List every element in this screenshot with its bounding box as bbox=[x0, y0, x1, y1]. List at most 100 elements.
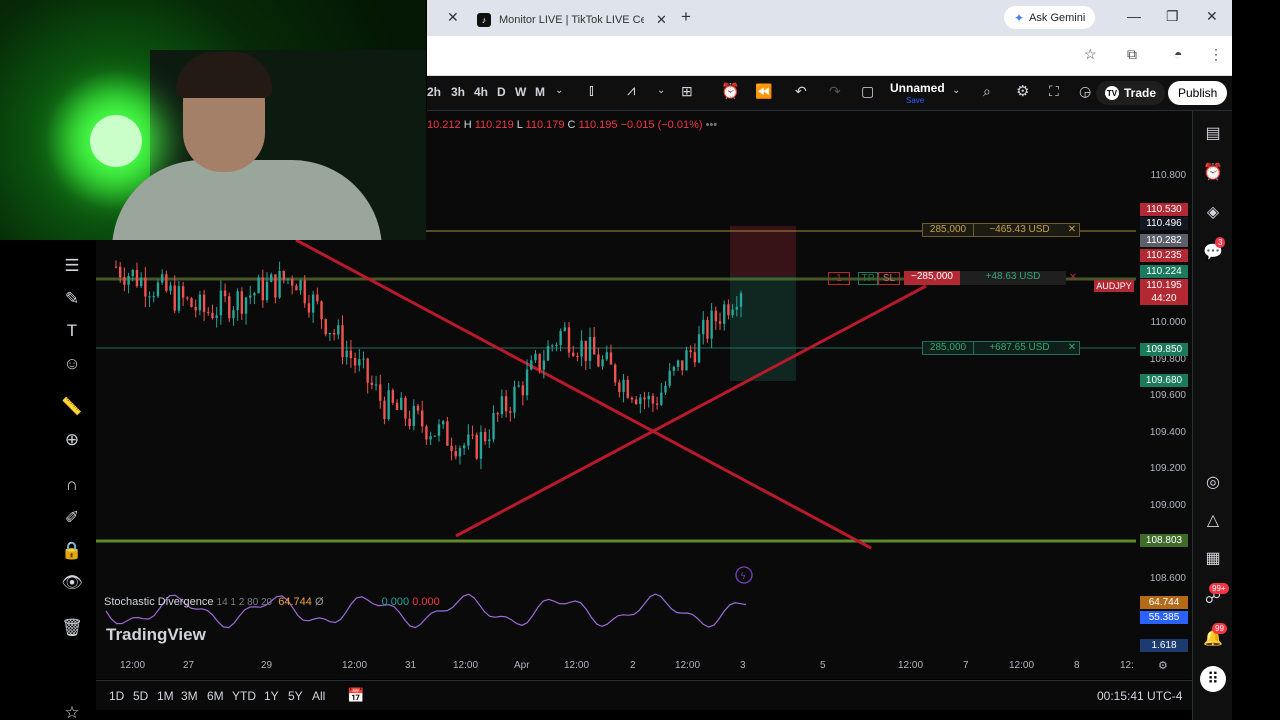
timeframe-w[interactable]: W bbox=[515, 85, 526, 99]
chevron-down-icon[interactable]: ⌄ bbox=[952, 85, 960, 96]
restore-icon[interactable]: ❐ bbox=[1166, 8, 1179, 25]
layers-icon[interactable]: ◈ bbox=[1202, 201, 1224, 223]
browser-tab[interactable]: ♪ Monitor LIVE | TikTok LIVE Cent ✕ bbox=[467, 4, 673, 36]
stay-drawing-icon[interactable]: ✐ bbox=[60, 506, 84, 530]
price-label-bid: 110.224 bbox=[1140, 265, 1188, 278]
time-tick: 5 bbox=[820, 660, 826, 671]
profile-icon[interactable]: ◓ bbox=[1174, 46, 1182, 62]
replay-icon[interactable]: ⏪ bbox=[755, 83, 772, 100]
timeframe-4h[interactable]: 4h bbox=[474, 85, 488, 99]
candle-body bbox=[542, 360, 546, 370]
axis-settings-icon[interactable]: ⚙ bbox=[1158, 659, 1168, 672]
fib-tool-icon[interactable]: ☰ bbox=[60, 254, 84, 278]
ask-gemini-button[interactable]: ✦ Ask Gemini bbox=[1004, 6, 1096, 29]
quick-search-icon[interactable]: ⌕ bbox=[983, 83, 991, 100]
position-label[interactable]: 1 TP SL −285,000 +48.63 USD ✕ bbox=[828, 271, 1080, 285]
watchlist-icon[interactable]: ▤ bbox=[1202, 122, 1224, 144]
more-dots-icon[interactable]: ••• bbox=[706, 119, 718, 131]
apps-grid-icon[interactable]: ⠿ bbox=[1200, 666, 1226, 692]
magnet-tool-icon[interactable]: ∩ bbox=[60, 473, 84, 497]
range-ytd[interactable]: YTD bbox=[232, 689, 256, 703]
candle-body bbox=[240, 291, 244, 314]
candle-body bbox=[295, 285, 298, 291]
clock-display[interactable]: 00:15:41 UTC-4 bbox=[1097, 689, 1182, 703]
trade-button[interactable]: TV Trade bbox=[1096, 81, 1166, 105]
layout-name[interactable]: Unnamed bbox=[890, 81, 945, 95]
range-5d[interactable]: 5D bbox=[133, 689, 148, 703]
layout-square-icon[interactable]: ▢ bbox=[861, 83, 874, 100]
templates-icon[interactable]: ⊞ bbox=[681, 83, 693, 100]
calendar-icon[interactable]: 📅 bbox=[347, 687, 364, 704]
candles-icon[interactable]: ⫾ bbox=[589, 82, 594, 99]
bookmark-star-icon[interactable]: ☆ bbox=[1084, 46, 1097, 63]
indicators-icon[interactable]: ⩘ bbox=[627, 82, 635, 99]
cast-icon[interactable]: ⧉ bbox=[1127, 46, 1137, 63]
trash-icon[interactable]: 🗑 bbox=[60, 616, 84, 640]
address-bar[interactable]: ☆ ⧉ ◓ ⋮ bbox=[427, 36, 1232, 76]
snapshot-icon[interactable]: ◶ bbox=[1079, 83, 1091, 100]
price-label-high: 110.235 bbox=[1140, 249, 1188, 262]
calendar-events-icon[interactable]: ▦ bbox=[1202, 547, 1224, 569]
candle-body bbox=[311, 294, 315, 313]
timeframe-m[interactable]: M bbox=[535, 85, 545, 99]
fullscreen-icon[interactable]: ⛶ bbox=[1049, 83, 1059, 100]
favorites-star-icon[interactable]: ☆ bbox=[60, 701, 84, 720]
candle-body bbox=[685, 350, 688, 371]
eye-icon[interactable]: 👁 bbox=[60, 571, 84, 595]
candle-body bbox=[118, 266, 122, 278]
range-1y[interactable]: 1Y bbox=[264, 689, 279, 703]
zoom-tool-icon[interactable]: ⊕ bbox=[60, 428, 84, 452]
stop-loss-order-label[interactable]: 285,000 −465.43 USD ✕ bbox=[922, 223, 1080, 237]
timeframe-2h[interactable]: 2h bbox=[427, 85, 441, 99]
close-order-icon[interactable]: ✕ bbox=[1065, 342, 1079, 354]
candle-body bbox=[358, 359, 361, 366]
close-icon[interactable]: ✕ bbox=[447, 9, 459, 26]
ideas-icon[interactable]: △ bbox=[1202, 509, 1224, 531]
close-order-icon[interactable]: ✕ bbox=[1065, 224, 1079, 236]
candle-body bbox=[139, 277, 143, 287]
text-tool-icon[interactable]: T bbox=[60, 319, 84, 343]
close-position-icon[interactable]: ✕ bbox=[1066, 272, 1080, 284]
price-axis[interactable]: 110.800 110.000 109.800 109.600 109.400 … bbox=[1136, 111, 1192, 652]
chevron-down-icon[interactable]: ⌄ bbox=[657, 85, 665, 96]
close-tab-icon[interactable]: ✕ bbox=[656, 12, 667, 28]
range-5y[interactable]: 5Y bbox=[288, 689, 303, 703]
candle-body bbox=[190, 298, 193, 307]
range-3m[interactable]: 3M bbox=[181, 689, 198, 703]
range-1d[interactable]: 1D bbox=[109, 689, 124, 703]
emoji-tool-icon[interactable]: ☺ bbox=[60, 352, 84, 376]
range-all[interactable]: All bbox=[312, 689, 325, 703]
lock-icon[interactable]: 🔒 bbox=[60, 539, 84, 563]
chevron-down-icon[interactable]: ⌄ bbox=[555, 85, 563, 96]
sl-tag[interactable]: SL bbox=[878, 271, 900, 285]
redo-icon[interactable]: ↷ bbox=[829, 83, 841, 100]
alerts-clock-icon[interactable]: ⏰ bbox=[1202, 161, 1224, 183]
candle-body bbox=[244, 297, 248, 314]
publish-button[interactable]: Publish bbox=[1168, 81, 1228, 105]
timeframe-d[interactable]: D bbox=[497, 85, 506, 99]
alert-icon[interactable]: ⏰ bbox=[721, 82, 740, 100]
ascending-trend-line[interactable] bbox=[455, 284, 927, 538]
range-1m[interactable]: 1M bbox=[157, 689, 174, 703]
new-tab-icon[interactable]: + bbox=[681, 7, 691, 27]
indicator-legend[interactable]: Stochastic Divergence 14 1 2 80 20 64.74… bbox=[104, 596, 440, 608]
undo-icon[interactable]: ↶ bbox=[795, 83, 807, 100]
minimize-icon[interactable]: — bbox=[1127, 8, 1141, 24]
ruler-tool-icon[interactable]: 📏 bbox=[60, 395, 84, 419]
window-close-icon[interactable]: ✕ bbox=[1206, 8, 1218, 25]
candle-body bbox=[194, 306, 197, 311]
brush-tool-icon[interactable]: ✎ bbox=[60, 287, 84, 311]
candle-body bbox=[559, 330, 562, 345]
compass-icon[interactable]: ◎ bbox=[1202, 471, 1224, 493]
candle-body bbox=[404, 397, 407, 419]
candle-body bbox=[546, 346, 550, 361]
range-6m[interactable]: 6M bbox=[207, 689, 224, 703]
time-axis[interactable]: 12:00 27 29 12:00 31 12:00 Apr 12:00 2 1… bbox=[96, 656, 1192, 676]
layout-save-label[interactable]: Save bbox=[906, 96, 924, 105]
menu-dots-icon[interactable]: ⋮ bbox=[1209, 46, 1223, 63]
take-profit-order-label[interactable]: 285,000 +687.65 USD ✕ bbox=[922, 341, 1080, 355]
settings-icon[interactable]: ⚙ bbox=[1016, 82, 1029, 100]
tp-tag[interactable]: TP bbox=[858, 271, 878, 285]
candle-body bbox=[462, 445, 466, 449]
timeframe-3h[interactable]: 3h bbox=[451, 85, 465, 99]
